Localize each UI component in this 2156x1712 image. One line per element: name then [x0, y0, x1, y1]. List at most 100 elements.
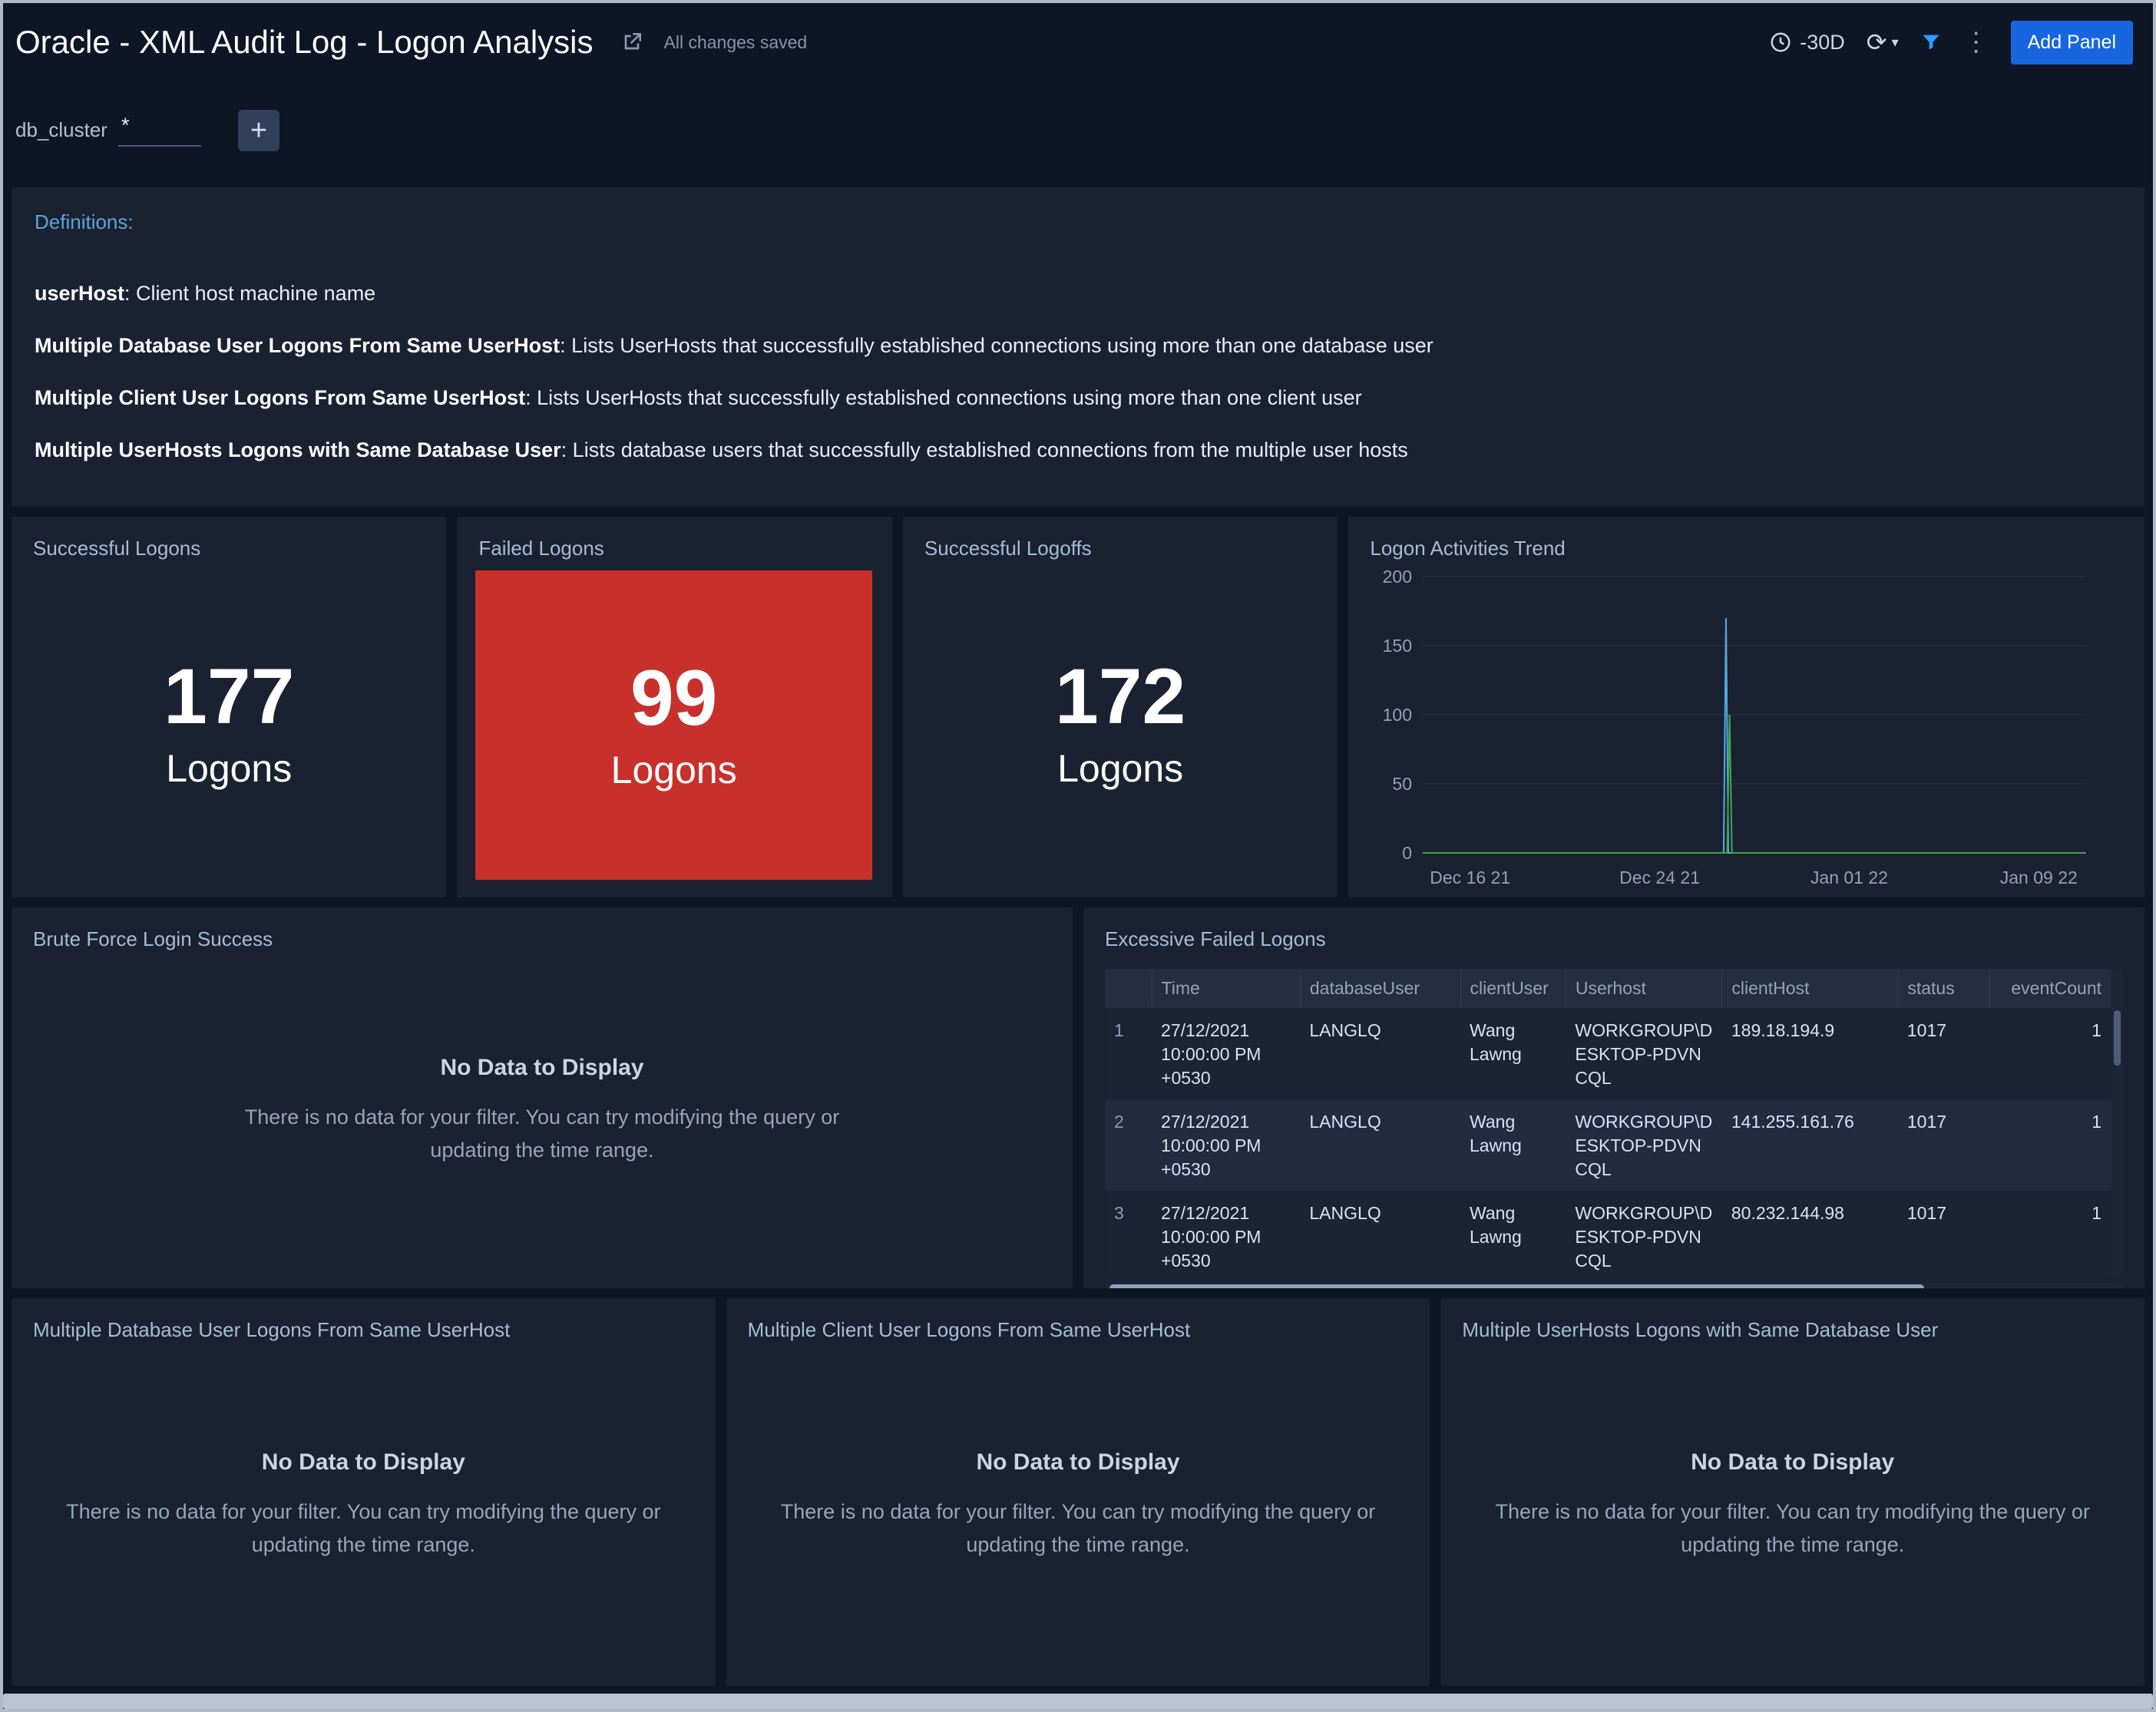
table-row[interactable]: 327/12/2021 10:00:00 PM +0530LANGLQWang … [1105, 1191, 2123, 1276]
panel-title: Successful Logons [33, 537, 200, 560]
panel-failed-logons: Failed Logons 99 Logons [457, 517, 891, 897]
scrollbar-thumb[interactable] [2114, 1010, 2121, 1066]
panel-multiple-client-user-logons: Multiple Client User Logons From Same Us… [726, 1298, 1430, 1686]
failed-logons-table-area: TimedatabaseUserclientUserUserhostclient… [1105, 969, 2123, 1288]
no-data-heading: No Data to Display [976, 1449, 1179, 1476]
svg-text:Jan 09 22: Jan 09 22 [2000, 868, 2078, 887]
panel-logon-activities-trend: Logon Activities Trend 050100150200Dec 1… [1348, 517, 2144, 897]
panel-successful-logons: Successful Logons 177 Logons [12, 517, 446, 897]
column-header-clientUser[interactable]: clientUser [1460, 969, 1566, 1008]
panel-title: Excessive Failed Logons [1105, 927, 1326, 951]
table-cell: WORKGROUP\DESKTOP-PDVNCQL [1566, 1008, 1722, 1099]
table-cell: WORKGROUP\DESKTOP-PDVNCQL [1566, 1099, 1722, 1191]
panel-title: Multiple Client User Logons From Same Us… [748, 1318, 1191, 1342]
svg-text:150: 150 [1383, 636, 1412, 656]
stat-value: 99 [630, 659, 717, 737]
table-cell: 2 [1105, 1099, 1152, 1191]
no-data-message: There is no data for your filter. You ca… [1480, 1496, 2105, 1562]
table-horizontal-scrollbar[interactable] [1105, 1283, 2123, 1288]
dashboard-root: Oracle - XML Audit Log - Logon Analysis … [0, 0, 2156, 1712]
table-cell: 1 [1990, 1099, 2123, 1191]
table-cell: Wang Lawng [1460, 1008, 1566, 1099]
panel-title: Failed Logons [478, 537, 603, 560]
table-cell: 141.255.161.76 [1722, 1099, 1898, 1191]
column-header-Time[interactable]: Time [1152, 969, 1300, 1008]
table-cell: 189.18.194.9 [1722, 1008, 1898, 1099]
scrollbar-thumb[interactable] [1109, 1284, 1924, 1288]
add-filter-button[interactable]: + [238, 110, 279, 151]
stat-unit: Logons [1057, 746, 1183, 791]
failed-logons-table: TimedatabaseUserclientUserUserhostclient… [1105, 969, 2123, 1276]
no-data-content: No Data to Display There is no data for … [1440, 1298, 2144, 1686]
svg-text:Dec 16 21: Dec 16 21 [1430, 868, 1511, 887]
panel-title: Logon Activities Trend [1370, 537, 1565, 560]
time-range-button[interactable]: -30D [1769, 31, 1845, 55]
table-cell: WORKGROUP\DESKTOP-PDVNCQL [1566, 1191, 1722, 1276]
table-cell: 3 [1105, 1191, 1152, 1276]
no-data-message: There is no data for your filter. You ca… [51, 1496, 676, 1562]
panel-excessive-failed-logons: Excessive Failed Logons TimedatabaseUser… [1083, 907, 2144, 1288]
panel-multiple-userhosts-logons: Multiple UserHosts Logons with Same Data… [1440, 1298, 2144, 1686]
no-data-heading: No Data to Display [440, 1055, 643, 1081]
refresh-button[interactable]: ⟳ ▾ [1867, 30, 1899, 55]
filter-icon[interactable] [1920, 31, 1942, 53]
table-cell: LANGLQ [1300, 1191, 1460, 1276]
table-cell: 1 [1990, 1008, 2123, 1099]
svg-text:200: 200 [1383, 567, 1412, 587]
svg-text:50: 50 [1393, 774, 1413, 794]
table-cell: 27/12/2021 10:00:00 PM +0530 [1152, 1008, 1300, 1099]
panel-multiple-database-user-logons: Multiple Database User Logons From Same … [12, 1298, 716, 1686]
no-data-message: There is no data for your filter. You ca… [766, 1496, 1391, 1562]
page-horizontal-scrollbar[interactable] [3, 1694, 2153, 1709]
add-panel-button[interactable]: Add Panel [2011, 21, 2133, 64]
column-header-databaseUser[interactable]: databaseUser [1300, 969, 1460, 1008]
table-cell: LANGLQ [1300, 1008, 1460, 1099]
kebab-menu-icon[interactable]: ⋮ [1963, 29, 1989, 55]
table-cell: 27/12/2021 10:00:00 PM +0530 [1152, 1191, 1300, 1276]
save-status: All changes saved [664, 32, 808, 53]
stat-value: 172 [1055, 657, 1185, 735]
column-header-index [1105, 969, 1152, 1008]
share-icon[interactable] [620, 30, 644, 55]
column-header-eventCount[interactable]: eventCount [1990, 969, 2123, 1008]
definition-line: Multiple UserHosts Logons with Same Data… [35, 437, 2121, 464]
panel-title: Multiple UserHosts Logons with Same Data… [1462, 1318, 1938, 1342]
filter-bar: db_cluster + [3, 81, 2153, 179]
page-title: Oracle - XML Audit Log - Logon Analysis [15, 24, 594, 61]
table-row[interactable]: 227/12/2021 10:00:00 PM +0530LANGLQWang … [1105, 1099, 2123, 1191]
table-cell: 27/12/2021 10:00:00 PM +0530 [1152, 1099, 1300, 1191]
middle-row: Brute Force Login Success No Data to Dis… [12, 907, 2144, 1288]
table-cell: Wang Lawng [1460, 1191, 1566, 1276]
svg-text:0: 0 [1403, 843, 1413, 863]
column-header-Userhost[interactable]: Userhost [1566, 969, 1722, 1008]
header-controls: -30D ⟳ ▾ ⋮ Add Panel [1769, 21, 2133, 64]
db-cluster-filter-input[interactable] [118, 114, 201, 147]
column-header-clientHost[interactable]: clientHost [1722, 969, 1898, 1008]
no-data-content: No Data to Display There is no data for … [726, 1298, 1430, 1686]
table-cell: 1 [1990, 1191, 2123, 1276]
table-cell: 1 [1105, 1008, 1152, 1099]
table-row[interactable]: 127/12/2021 10:00:00 PM +0530LANGLQWang … [1105, 1008, 2123, 1099]
failed-logons-danger-box: 99 Logons [475, 570, 871, 880]
table-cell: 1017 [1898, 1099, 1990, 1191]
stat-value: 177 [164, 657, 294, 735]
no-data-heading: No Data to Display [262, 1449, 465, 1476]
stats-row: Successful Logons 177 Logons Failed Logo… [12, 517, 2144, 897]
stat-content: 99 Logons [475, 570, 871, 880]
table-cell: LANGLQ [1300, 1099, 1460, 1191]
table-cell: Wang Lawng [1460, 1099, 1566, 1191]
table-cell: 1017 [1898, 1008, 1990, 1099]
table-vertical-scrollbar[interactable] [2111, 969, 2123, 1276]
panel-title: Multiple Database User Logons From Same … [33, 1318, 510, 1342]
trend-chart: 050100150200Dec 16 21Dec 24 21Jan 01 22J… [1365, 563, 2094, 893]
definitions-heading: Definitions: [35, 210, 2121, 234]
definition-line: userHost: Client host machine name [35, 280, 2121, 307]
column-header-status[interactable]: status [1898, 969, 1990, 1008]
trend-chart-svg: 050100150200Dec 16 21Dec 24 21Jan 01 22J… [1365, 563, 2094, 893]
definition-line: Multiple Client User Logons From Same Us… [35, 385, 2121, 411]
svg-text:Jan 01 22: Jan 01 22 [1810, 868, 1888, 887]
definitions-panel: Definitions: userHost: Client host machi… [12, 187, 2144, 507]
refresh-icon: ⟳ [1867, 30, 1887, 55]
no-data-heading: No Data to Display [1691, 1449, 1894, 1476]
stat-content: 172 Logons [903, 517, 1338, 897]
